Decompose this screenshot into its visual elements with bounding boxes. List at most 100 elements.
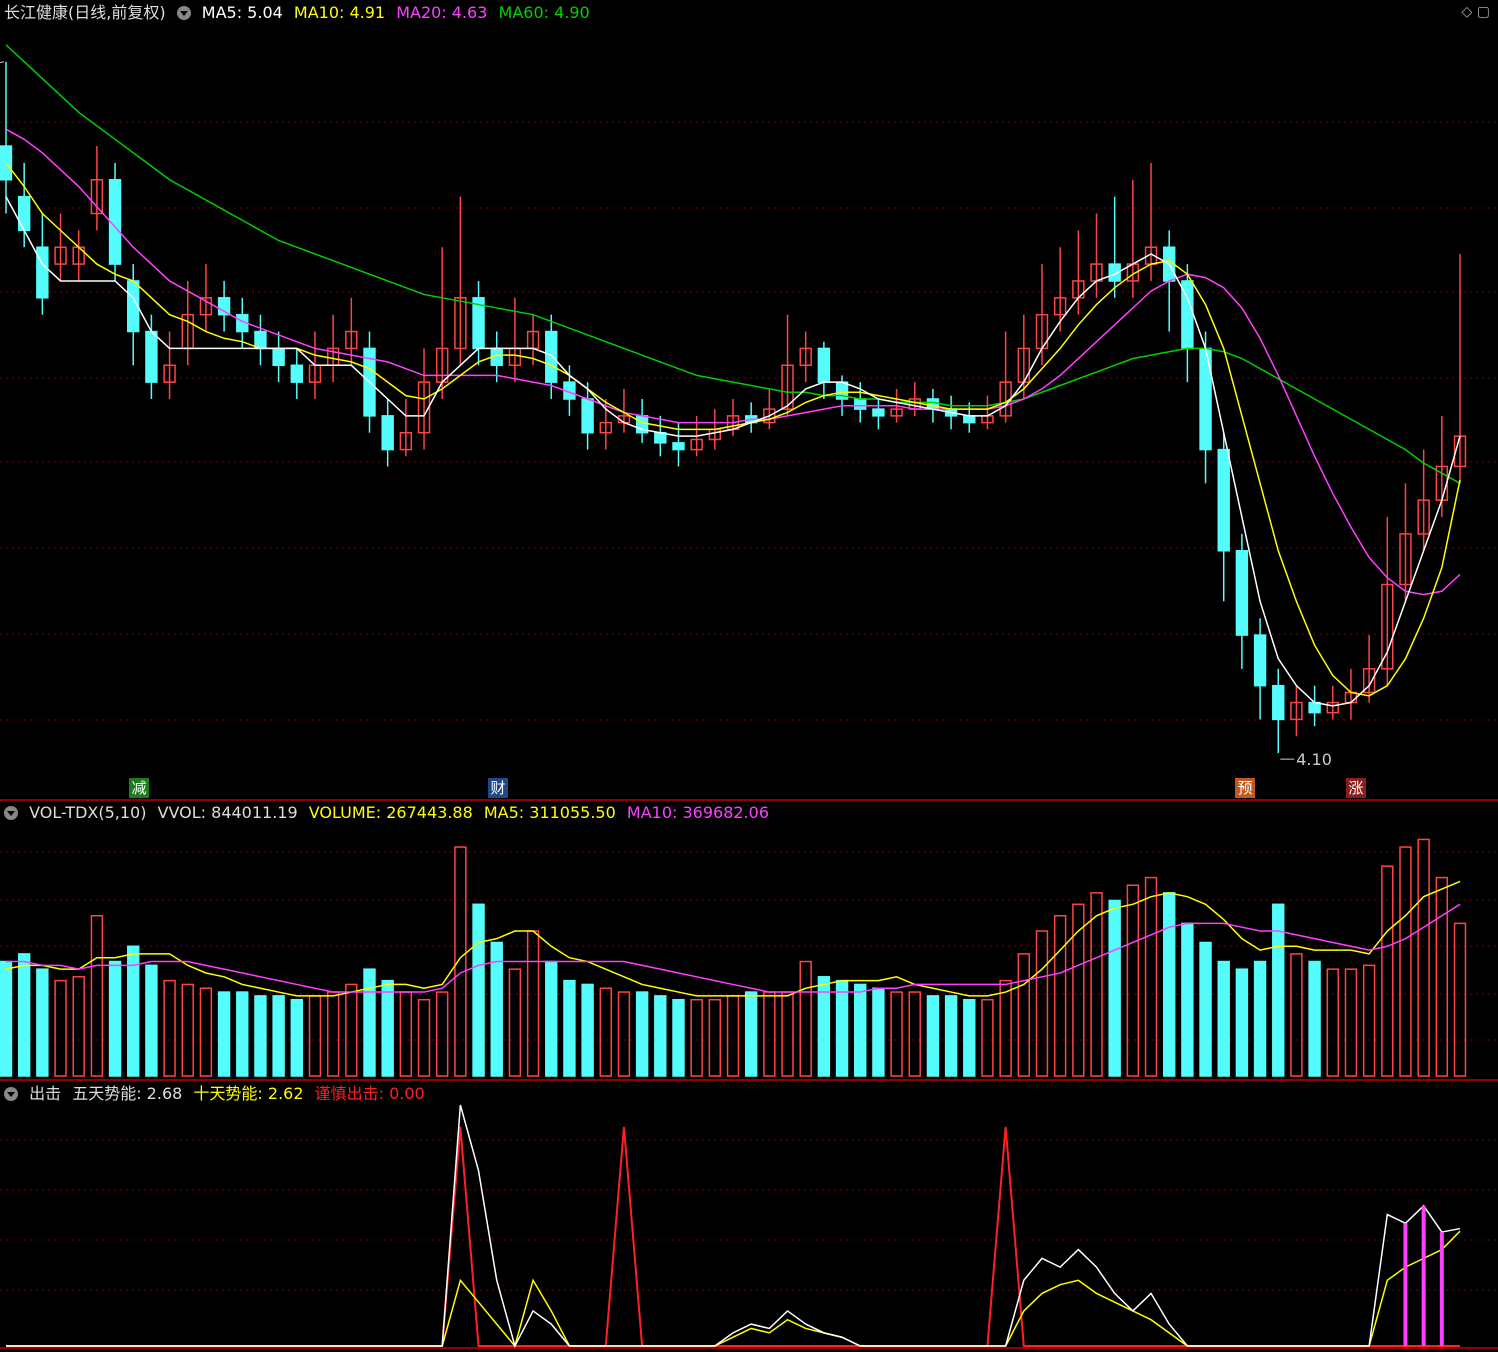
volume-bar xyxy=(217,991,231,1077)
signal-bar xyxy=(1439,1232,1444,1346)
volume-bar xyxy=(1090,892,1103,1077)
volume-bar xyxy=(454,846,467,1077)
candle-body xyxy=(1235,550,1249,636)
five-day-readout: 五天势能: 2.68 xyxy=(72,1084,183,1103)
caution-line xyxy=(6,1126,1460,1347)
tag-reduce[interactable]: 减 xyxy=(129,778,149,798)
volume-bar xyxy=(1144,876,1158,1077)
volume-bar xyxy=(108,960,122,1077)
volume-bar xyxy=(1253,960,1267,1077)
volume-bar xyxy=(1308,960,1321,1077)
chart-canvas[interactable]: 5.584.10 xyxy=(0,0,1498,1352)
volume-bar xyxy=(1417,838,1430,1077)
volume-bar xyxy=(1126,884,1140,1077)
ma10-readout: MA10: 4.91 xyxy=(293,3,386,22)
candle-body xyxy=(272,347,285,367)
dropdown-icon[interactable] xyxy=(176,6,191,20)
volume-bar xyxy=(744,991,758,1077)
volume-bar xyxy=(545,960,558,1077)
volume-bar xyxy=(872,987,885,1077)
ma20-line xyxy=(5,128,1461,596)
volume-bar xyxy=(1199,941,1212,1077)
candle-body xyxy=(290,364,304,383)
volume-bar xyxy=(981,998,994,1077)
tag-finance[interactable]: 财 xyxy=(488,778,508,798)
volume-bar xyxy=(1272,903,1285,1077)
volume-bar xyxy=(854,983,867,1077)
volume-bar xyxy=(708,998,722,1077)
vvol-readout: VVOL: 844011.19 xyxy=(157,803,298,822)
candle-body xyxy=(854,398,867,410)
volume-bar xyxy=(1290,953,1303,1077)
indicator-title[interactable]: 出击 xyxy=(29,1084,61,1103)
low-price-label: 4.10 xyxy=(1296,750,1332,769)
vol-title[interactable]: VOL-TDX(5,10) xyxy=(29,803,146,822)
candle-body xyxy=(36,246,49,299)
stock-title[interactable]: 长江健康(日线,前复权) xyxy=(4,3,166,22)
volume-bar xyxy=(944,995,958,1077)
candle-body xyxy=(254,330,267,350)
volume-bar xyxy=(835,979,849,1077)
candle-body xyxy=(672,442,685,451)
dropdown-icon[interactable] xyxy=(4,806,18,820)
volume-bar xyxy=(1181,922,1194,1077)
volume-bar xyxy=(672,998,685,1077)
ma60-readout: MA60: 4.90 xyxy=(498,3,590,22)
ma20-readout: MA20: 4.63 xyxy=(396,3,488,22)
signal-bar xyxy=(1403,1223,1408,1346)
volume-bar xyxy=(1162,892,1176,1077)
volume-bar xyxy=(1381,865,1394,1077)
caution-readout: 谨慎出击: 0.00 xyxy=(314,1084,425,1103)
candle-body xyxy=(145,330,158,383)
candle-body xyxy=(545,330,558,383)
volume-bar xyxy=(199,987,213,1077)
main-header: 长江健康(日线,前复权) MA5: 5.04 MA10: 4.91 MA20: … xyxy=(4,2,596,24)
candle-body xyxy=(1217,448,1230,552)
candle-body xyxy=(1272,684,1285,721)
volume-bar xyxy=(654,995,667,1077)
volume-bar xyxy=(963,998,976,1077)
volume-bar xyxy=(472,903,485,1077)
volume-bar xyxy=(926,995,940,1077)
ten-day-readout: 十天势能: 2.62 xyxy=(193,1084,304,1103)
candle-body xyxy=(17,195,31,232)
volume-bar xyxy=(1035,930,1049,1077)
candle-body xyxy=(817,347,831,383)
volume-bar xyxy=(1108,899,1121,1077)
volume-bar xyxy=(254,995,267,1077)
volume-bar xyxy=(1399,846,1412,1077)
volume-bar xyxy=(563,979,576,1077)
tag-forecast[interactable]: 预 xyxy=(1235,778,1255,798)
volume-bar xyxy=(1362,964,1376,1077)
volume-bar xyxy=(999,979,1012,1077)
volume-bar xyxy=(1326,968,1339,1077)
volume-bar xyxy=(799,960,812,1077)
volume-bar xyxy=(236,991,249,1077)
volume-bar xyxy=(363,968,376,1077)
volume-readout: VOLUME: 267443.88 xyxy=(308,803,473,822)
volume-bar xyxy=(163,979,176,1077)
tag-rise[interactable]: 涨 xyxy=(1346,778,1366,798)
volume-bar xyxy=(272,995,285,1077)
volume-bar xyxy=(599,987,612,1077)
volume-bar xyxy=(145,964,158,1077)
volume-bar xyxy=(345,983,358,1077)
volume-bar xyxy=(781,991,794,1077)
volume-bar xyxy=(435,991,449,1077)
volume-bar xyxy=(17,953,31,1077)
volume-bar xyxy=(0,960,13,1077)
corner-icons[interactable]: ◇ ▢ xyxy=(1462,4,1490,20)
volume-bar xyxy=(399,991,413,1077)
volume-bar xyxy=(36,968,49,1077)
volume-bar xyxy=(72,976,85,1077)
high-price-arrow xyxy=(0,61,5,64)
dropdown-icon[interactable] xyxy=(4,1087,18,1101)
volume-bar xyxy=(635,991,649,1077)
indicator-header: 出击 五天势能: 2.68 十天势能: 2.62 谨慎出击: 0.00 xyxy=(4,1083,431,1105)
volume-bar xyxy=(290,998,304,1077)
volume-bar xyxy=(890,991,903,1077)
candle-body xyxy=(926,398,940,410)
volume-bar xyxy=(90,915,104,1077)
volume-bar xyxy=(508,968,522,1077)
volume-bar xyxy=(1344,968,1358,1077)
